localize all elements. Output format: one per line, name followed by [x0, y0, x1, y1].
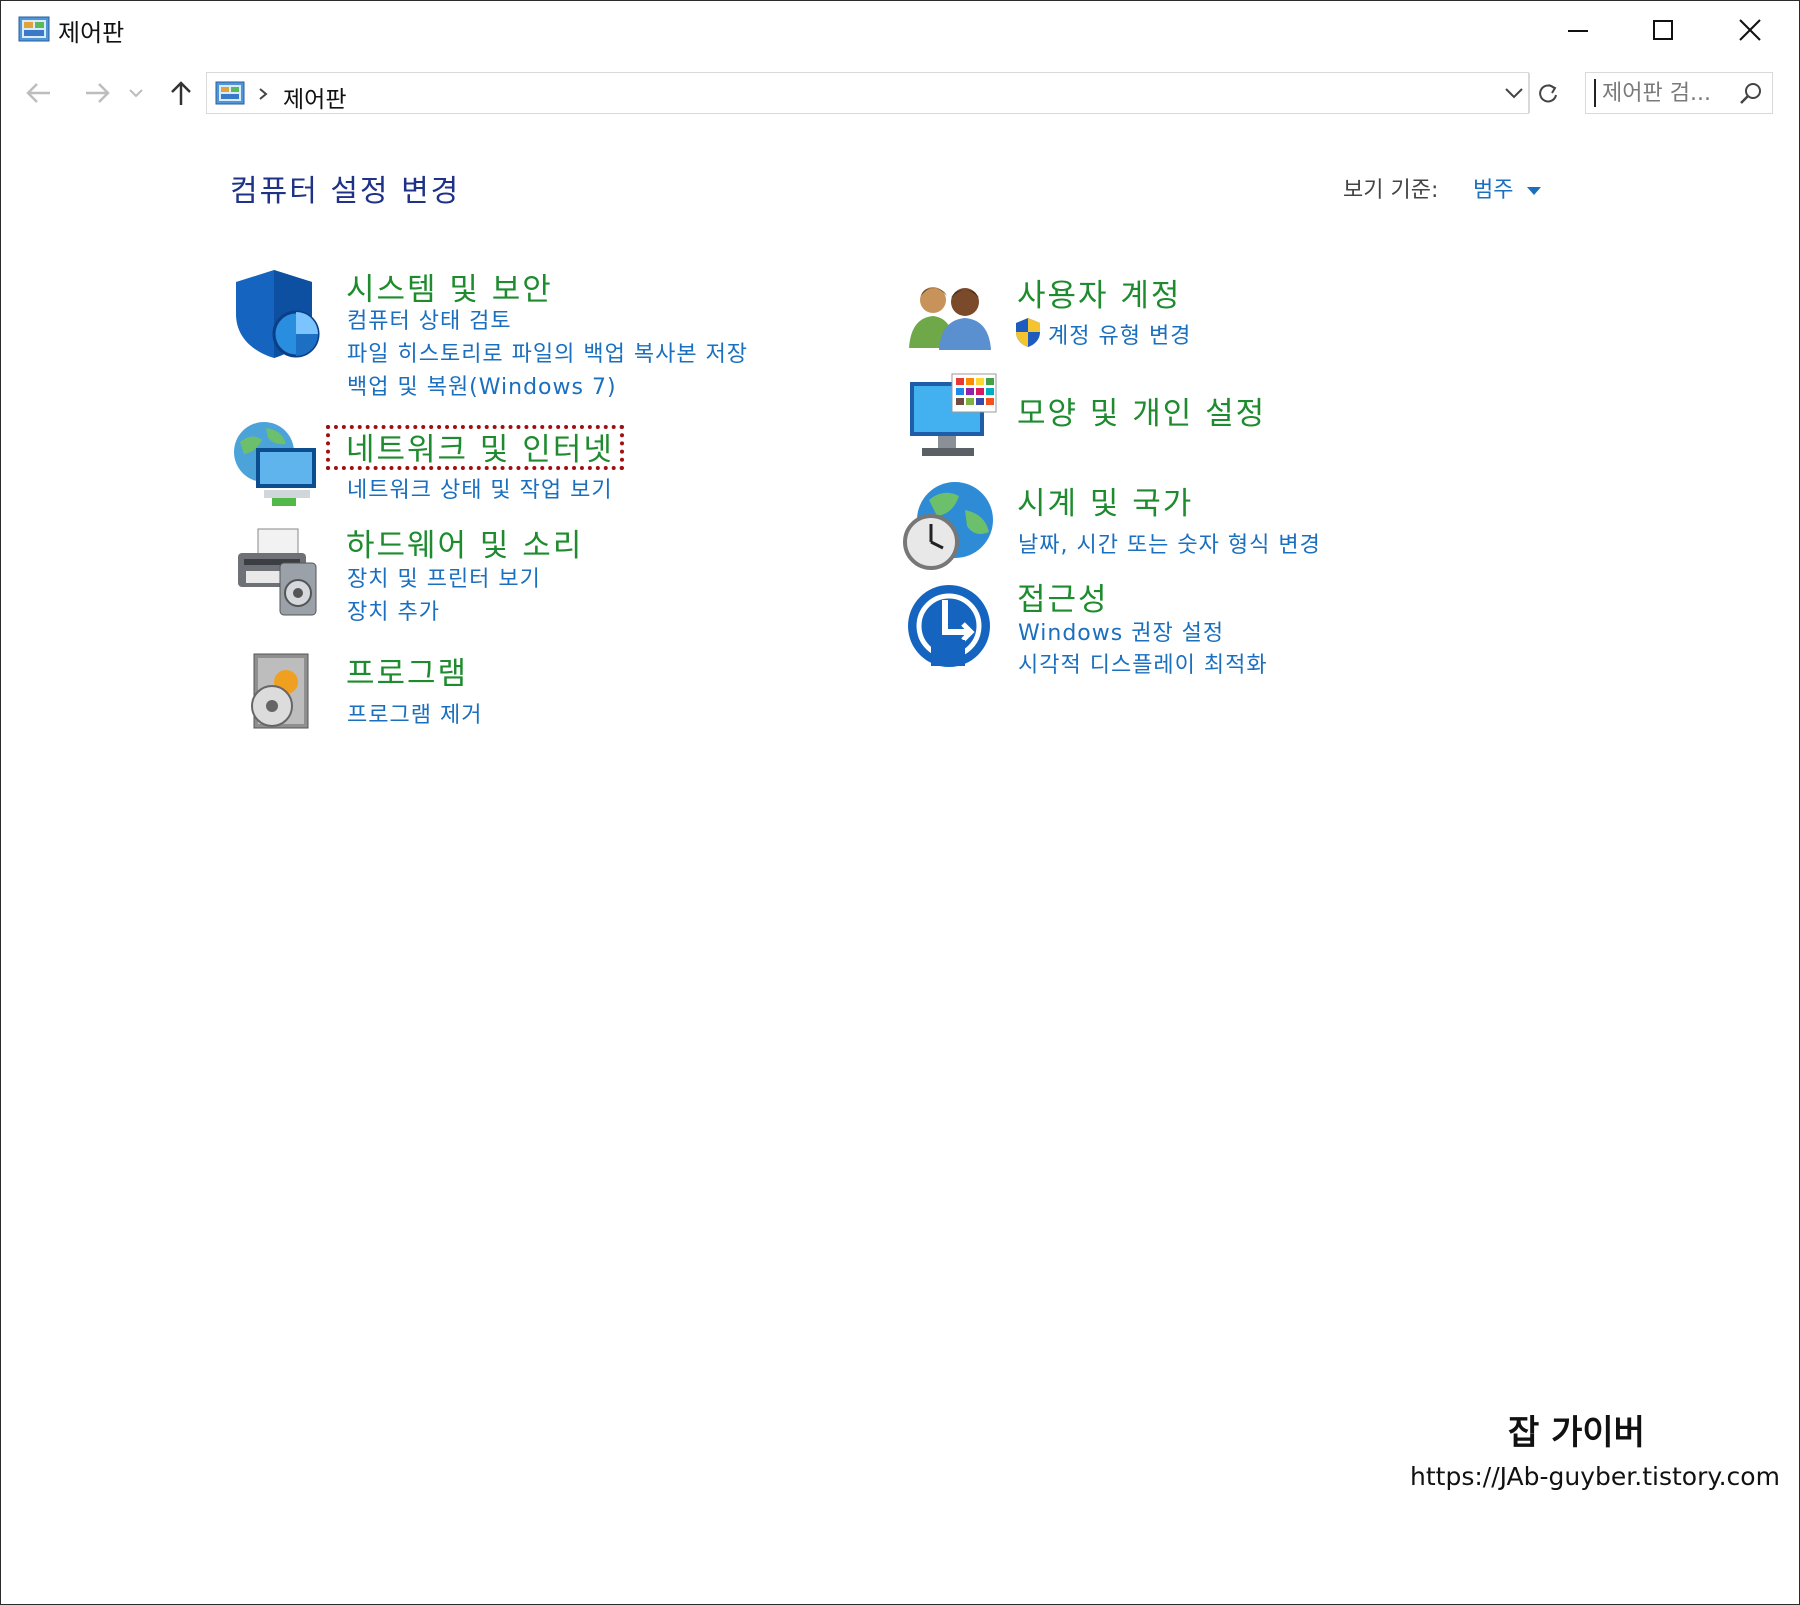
- minimize-icon: [1568, 30, 1588, 32]
- view-by-dropdown[interactable]: 범주: [1473, 172, 1542, 204]
- link-optimize-visual-display[interactable]: 시각적 디스플레이 최적화: [1018, 647, 1268, 679]
- address-divider: [1529, 73, 1530, 113]
- link-uninstall-program[interactable]: 프로그램 제거: [347, 697, 482, 729]
- category-network-internet[interactable]: 네트워크 및 인터넷: [346, 424, 614, 469]
- category-ease-of-access[interactable]: 접근성: [1017, 574, 1109, 619]
- close-icon: [1739, 19, 1761, 41]
- back-button[interactable]: [20, 74, 58, 112]
- link-windows-recommended-settings[interactable]: Windows 권장 설정: [1018, 615, 1224, 647]
- link-file-history-backup[interactable]: 파일 히스토리로 파일의 백업 복사본 저장: [347, 336, 748, 368]
- address-dropdown-icon[interactable]: [1504, 85, 1524, 101]
- monitor-palette-icon[interactable]: [908, 372, 998, 464]
- link-add-device[interactable]: 장치 추가: [347, 594, 440, 626]
- link-network-status-tasks[interactable]: 네트워크 상태 및 작업 보기: [347, 472, 613, 504]
- chevron-down-icon: [129, 89, 143, 98]
- forward-arrow-icon: [86, 83, 110, 103]
- users-icon[interactable]: [907, 278, 993, 352]
- refresh-icon[interactable]: [1535, 81, 1561, 107]
- recent-locations-button[interactable]: [124, 74, 148, 112]
- printer-speaker-icon[interactable]: [232, 525, 324, 617]
- link-review-computer-status[interactable]: 컴퓨터 상태 검토: [347, 303, 512, 335]
- category-programs[interactable]: 프로그램: [346, 648, 468, 693]
- link-change-date-time-format[interactable]: 날짜, 시간 또는 숫자 형식 변경: [1018, 527, 1321, 559]
- view-by-label: 보기 기준:: [1343, 178, 1439, 203]
- back-arrow-icon: [26, 83, 50, 103]
- uac-shield-icon: [1016, 318, 1040, 347]
- control-panel-icon: [18, 16, 50, 42]
- breadcrumb-control-panel[interactable]: 제어판: [283, 80, 346, 114]
- category-clock-region[interactable]: 시계 및 국가: [1017, 478, 1193, 523]
- minimize-button[interactable]: [1553, 10, 1603, 50]
- link-devices-printers[interactable]: 장치 및 프린터 보기: [347, 561, 541, 593]
- maximize-icon: [1653, 20, 1673, 40]
- address-bar[interactable]: 제어판: [206, 72, 1557, 114]
- view-by-value[interactable]: 범주: [1473, 178, 1513, 203]
- search-icon[interactable]: [1738, 81, 1764, 107]
- window-title: 제어판: [58, 19, 125, 47]
- watermark-url: https://JAb-guyber.tistory.com: [1410, 1462, 1780, 1491]
- link-backup-restore[interactable]: 백업 및 복원(Windows 7): [347, 369, 617, 401]
- category-appearance-personalization[interactable]: 모양 및 개인 설정: [1017, 388, 1266, 433]
- page-title: 컴퓨터 설정 변경: [230, 174, 461, 209]
- control-panel-icon: [215, 81, 245, 105]
- programs-box-icon[interactable]: [240, 650, 320, 736]
- close-button[interactable]: [1725, 10, 1775, 50]
- maximize-button[interactable]: [1638, 10, 1688, 50]
- up-arrow-icon: [171, 81, 191, 105]
- up-button[interactable]: [162, 74, 200, 112]
- category-hardware-sound[interactable]: 하드웨어 및 소리: [346, 520, 583, 565]
- breadcrumb-separator-icon: [259, 88, 268, 100]
- security-shield-icon[interactable]: [234, 268, 324, 360]
- network-globe-icon[interactable]: [232, 420, 324, 510]
- ease-of-access-icon[interactable]: [905, 582, 993, 670]
- watermark-name: 잡 가이버: [1508, 1413, 1645, 1453]
- search-input[interactable]: [1594, 79, 1742, 107]
- link-change-account-type[interactable]: 계정 유형 변경: [1048, 318, 1191, 350]
- category-user-accounts[interactable]: 사용자 계정: [1017, 270, 1181, 315]
- clock-globe-icon[interactable]: [903, 480, 995, 572]
- window-frame: [0, 0, 1800, 1605]
- search-box[interactable]: [1585, 72, 1773, 114]
- forward-button[interactable]: [78, 74, 116, 112]
- dropdown-arrow-icon: [1527, 187, 1542, 195]
